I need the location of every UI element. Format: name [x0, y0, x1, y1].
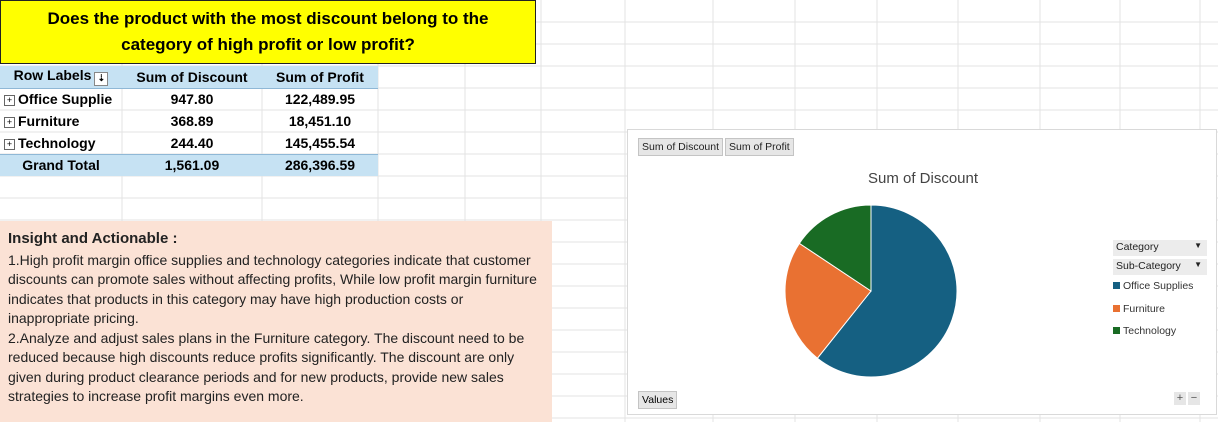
insight-textbox[interactable]: Insight and Actionable : 1.High profit m… [0, 221, 552, 422]
legend-swatch [1113, 282, 1120, 289]
dropdown-arrow-icon: ▼ [1194, 260, 1202, 269]
insight-heading: Insight and Actionable : [8, 230, 178, 247]
question-line-2: category of high profit or low profit? [121, 35, 415, 54]
collapse-field-button[interactable]: − [1188, 392, 1200, 405]
question-line-1: Does the product with the most discount … [47, 9, 489, 28]
profit-value: 145,455.54 [284, 134, 356, 151]
row-label: Furniture [18, 113, 80, 129]
category-filter-label: Category [1116, 241, 1159, 253]
grand-total-label: Grand Total [0, 153, 122, 176]
grand-total-discount: 1,561.09 [122, 153, 262, 176]
discount-value: 244.40 [170, 134, 214, 151]
legend-swatch [1113, 327, 1120, 334]
pivot-chart[interactable]: Sum of Discount Sum of Profit Sum of Dis… [627, 129, 1217, 415]
expand-icon[interactable]: + [4, 138, 15, 150]
pivot-row: + Furniture 368.89 18,451.10 [0, 110, 378, 132]
legend-label: Office Supplies [1123, 280, 1194, 292]
insight-paragraph-2: 2.Analyze and adjust sales plans in the … [8, 329, 525, 405]
expand-icon[interactable]: + [4, 95, 15, 107]
discount-value: 947.80 [170, 91, 214, 108]
row-label: Technology [18, 134, 96, 151]
filter-dropdown-icon[interactable]: ⇣ [94, 72, 109, 87]
legend-label: Furniture [1123, 303, 1166, 315]
subcategory-filter-button[interactable]: Sub-Category ▼ [1113, 259, 1207, 275]
pivot-row: + Office Supplie 947.80 122,489.95 [0, 88, 378, 110]
pivot-table: Row Labels ⇣ Sum of Discount Sum of Profi… [0, 66, 378, 176]
profit-value: 122,489.95 [284, 91, 356, 108]
row-label: Office Supplie [18, 91, 113, 108]
legend-swatch [1113, 305, 1120, 312]
dropdown-arrow-icon: ▼ [1194, 241, 1202, 250]
sum-profit-header: Sum of Profit [262, 66, 378, 89]
subcategory-filter-label: Sub-Category [1116, 260, 1181, 272]
profit-value: 18,451.10 [288, 113, 352, 129]
legend-item: Technology [1113, 325, 1176, 337]
legend-label: Technology [1123, 325, 1177, 337]
pivot-header-row: Row Labels ⇣ Sum of Discount Sum of Profi… [0, 66, 378, 89]
values-field-button[interactable]: Values [638, 391, 678, 409]
expand-icon[interactable]: + [4, 117, 15, 128]
discount-value: 368.89 [170, 113, 214, 129]
expand-field-button[interactable]: + [1174, 392, 1186, 405]
legend-item: Office Supplies [1113, 280, 1193, 292]
row-labels-header[interactable]: Row Labels ⇣ [0, 66, 122, 89]
grand-total-profit: 286,396.59 [262, 153, 378, 176]
category-filter-button[interactable]: Category ▼ [1113, 240, 1207, 256]
question-title: Does the product with the most discount … [0, 0, 536, 64]
grand-total-row: Grand Total 1,561.09 286,396.59 [0, 153, 378, 176]
insight-paragraph-1: 1.High profit margin office supplies and… [8, 251, 537, 327]
row-labels-text: Row Labels [13, 67, 92, 84]
sum-discount-header: Sum of Discount [122, 66, 262, 89]
legend-item: Furniture [1113, 303, 1165, 315]
pivot-row: + Technology 244.40 145,455.54 [0, 132, 378, 154]
